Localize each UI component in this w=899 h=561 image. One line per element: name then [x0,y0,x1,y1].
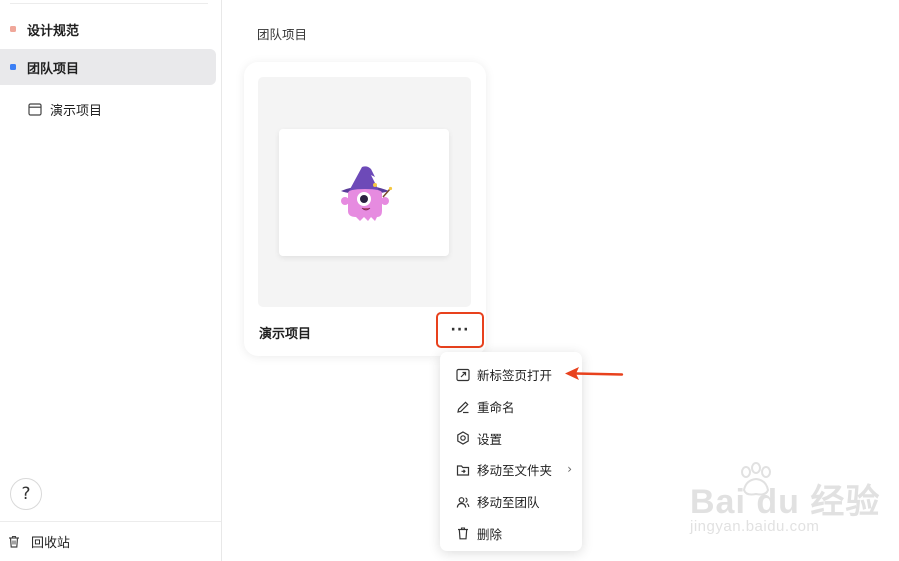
window-icon [28,102,42,116]
pencil-icon [457,400,469,413]
divider [10,3,208,4]
menu-item-move-to-team[interactable]: 移动至团队 [440,486,582,518]
sidebar-subitem-demo-project[interactable]: 演示项目 [28,98,102,120]
color-dot-icon [10,26,16,32]
annotation-arrow-icon [565,367,624,380]
menu-item-label: 移动至团队 [477,495,540,511]
wizard-mascot-icon [341,166,393,221]
menu-item-delete[interactable]: 删除 [440,517,582,549]
project-thumbnail[interactable] [258,77,471,307]
chevron-right-icon: › [567,462,572,477]
sidebar-item-team-projects[interactable]: 团队项目 [0,49,216,85]
team-icon [456,496,470,508]
settings-icon [457,431,469,445]
menu-item-label: 新标签页打开 [477,368,553,384]
menu-item-label: 设置 [477,431,503,447]
sidebar-item-design-spec[interactable]: 设计规范 [0,11,216,47]
thumbnail-preview [279,129,449,256]
menu-item-move-to-folder[interactable]: 移动至文件夹 › [440,454,582,486]
folder-move-icon [456,465,470,476]
sidebar: 设计规范 团队项目 演示项目 ? 回收站 [0,0,222,561]
project-card-title: 演示项目 [259,327,312,342]
menu-item-open-new-tab[interactable]: 新标签页打开 [440,359,582,391]
watermark-main-text: Bai du 经验 [690,483,881,521]
color-dot-icon [10,64,16,70]
baidu-jingyan-watermark: Bai du 经验 jingyan.baidu.com [688,462,888,544]
more-options-button[interactable]: ··· [436,312,484,348]
trash-icon [458,527,468,540]
recycle-bin-label: 回收站 [31,536,71,551]
project-card[interactable]: 演示项目 ··· [244,62,486,356]
watermark-url-text: jingyan.baidu.com [690,518,820,535]
menu-item-label: 删除 [477,526,503,542]
help-button[interactable]: ? [10,478,42,510]
menu-item-settings[interactable]: 设置 [440,422,582,454]
recycle-bin-link[interactable]: 回收站 [0,521,221,561]
section-title: 团队项目 [257,27,308,42]
trash-icon [9,535,19,548]
open-new-tab-icon [456,368,470,381]
sidebar-item-label: 设计规范 [27,23,80,39]
sidebar-subitem-label: 演示项目 [50,103,103,119]
context-menu: 新标签页打开 重命名 设置 移动至文件夹 › 移动至团队 删除 [440,352,582,551]
sidebar-item-label: 团队项目 [27,61,80,77]
menu-item-rename[interactable]: 重命名 [440,391,582,423]
menu-item-label: 移动至文件夹 [477,463,553,479]
menu-item-label: 重命名 [477,400,515,416]
